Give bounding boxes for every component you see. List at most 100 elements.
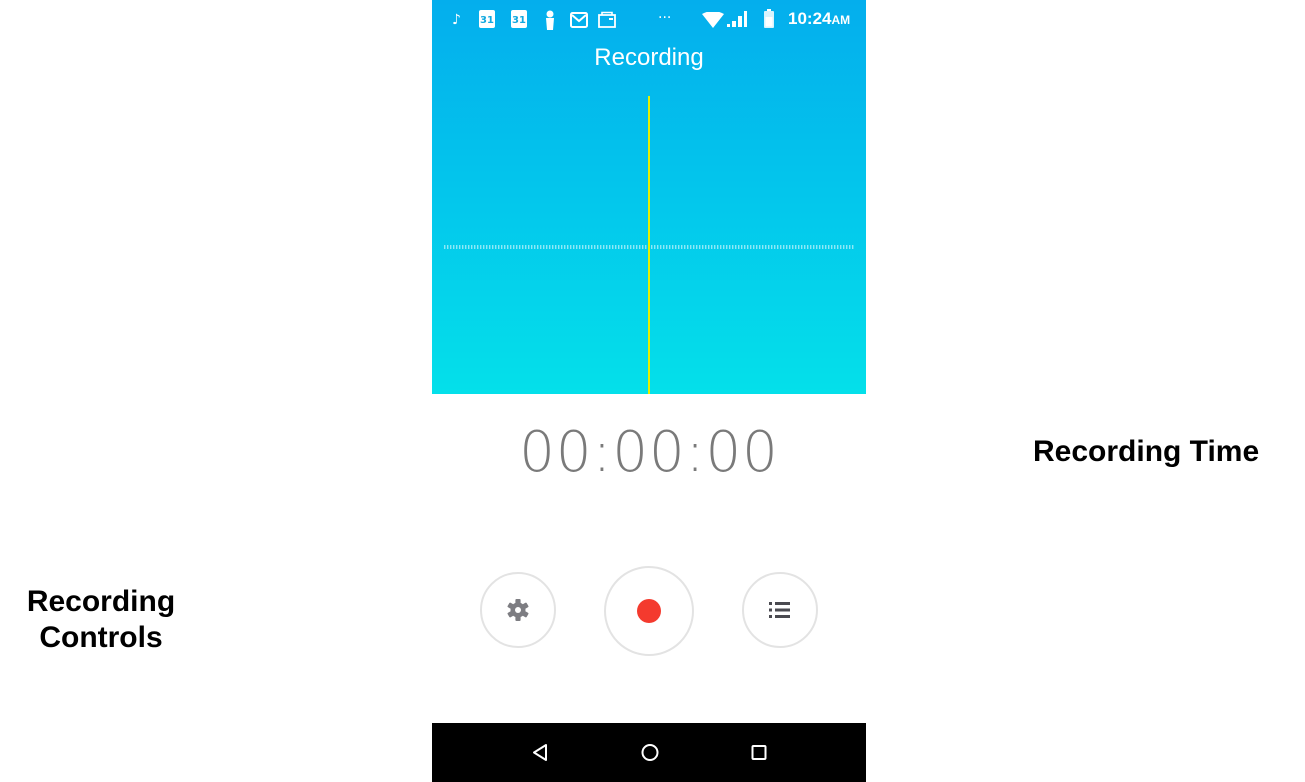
waveform-tick	[801, 245, 803, 249]
waveform-tick	[822, 245, 824, 249]
waveform-tick	[606, 245, 608, 249]
waveform-tick	[702, 245, 704, 249]
back-triangle-icon	[533, 744, 547, 761]
waveform-tick	[462, 245, 464, 249]
waveform-tick	[777, 245, 779, 249]
folder-icon	[598, 11, 616, 28]
waveform-tick	[846, 245, 848, 249]
waveform-tick	[774, 245, 776, 249]
waveform-tick	[828, 245, 830, 249]
waveform-tick	[654, 245, 656, 249]
waveform-tick	[525, 245, 527, 249]
waveform-tick	[630, 245, 632, 249]
waveform-tick	[591, 245, 593, 249]
back-button[interactable]	[510, 723, 570, 782]
waveform-tick	[558, 245, 560, 249]
waveform-tick	[477, 245, 479, 249]
waveform-tick	[852, 245, 854, 249]
waveform-tick	[759, 245, 761, 249]
waveform-tick	[645, 245, 647, 249]
waveform-tick	[534, 245, 536, 249]
waveform-tick	[549, 245, 551, 249]
waveform-tick	[678, 245, 680, 249]
waveform-tick	[510, 245, 512, 249]
waveform-tick	[714, 245, 716, 249]
waveform-tick	[690, 245, 692, 249]
waveform-tick	[483, 245, 485, 249]
waveform-tick	[795, 245, 797, 249]
clock-ampm: AM	[831, 13, 851, 27]
wifi-icon	[702, 12, 724, 28]
annotation-recording-time: Recording Time	[1033, 435, 1260, 468]
waveform-tick	[768, 245, 770, 249]
waveform-tick	[807, 245, 809, 249]
recording-timer: 00:00:00	[519, 420, 779, 485]
recents-button[interactable]	[729, 723, 789, 782]
waveform-tick	[561, 245, 563, 249]
waveform-tick	[693, 245, 695, 249]
home-circle-icon	[641, 744, 659, 761]
waveform-tick	[786, 245, 788, 249]
waveform-tick	[507, 245, 509, 249]
waveform-tick	[744, 245, 746, 249]
waveform-tick	[600, 245, 602, 249]
waveform-tick	[831, 245, 833, 249]
recordings-list-button[interactable]	[742, 572, 818, 648]
waveform-tick	[453, 245, 455, 249]
waveform-tick	[708, 245, 710, 249]
waveform-tick	[726, 245, 728, 249]
waveform-tick	[447, 245, 449, 249]
waveform-tick	[756, 245, 758, 249]
gmail-icon	[570, 12, 588, 28]
waveform-tick	[480, 245, 482, 249]
waveform-tick	[819, 245, 821, 249]
waveform-tick	[567, 245, 569, 249]
battery-icon	[764, 9, 774, 28]
waveform-tick	[552, 245, 554, 249]
signal-icon	[727, 11, 747, 27]
waveform-tick	[771, 245, 773, 249]
waveform-tick	[798, 245, 800, 249]
waveform-header: ♪ 31 31 ··· 10:24AM Recording	[432, 0, 866, 394]
waveform-tick	[705, 245, 707, 249]
waveform-tick	[750, 245, 752, 249]
waveform-tick	[579, 245, 581, 249]
waveform-tick	[783, 245, 785, 249]
waveform-tick	[456, 245, 458, 249]
more-dots-icon: ···	[658, 10, 672, 26]
waveform-tick	[489, 245, 491, 249]
waveform-tick	[669, 245, 671, 249]
waveform-tick	[516, 245, 518, 249]
waveform-tick	[450, 245, 452, 249]
waveform-tick	[675, 245, 677, 249]
waveform-tick	[513, 245, 515, 249]
list-icon	[769, 602, 790, 618]
waveform-tick	[618, 245, 620, 249]
waveform-tick	[444, 245, 446, 249]
waveform-tick	[570, 245, 572, 249]
waveform-tick	[597, 245, 599, 249]
record-button[interactable]	[604, 566, 694, 656]
home-button[interactable]	[620, 723, 680, 782]
waveform-tick	[657, 245, 659, 249]
waveform-tick	[636, 245, 638, 249]
waveform-tick	[834, 245, 836, 249]
waveform-tick	[747, 245, 749, 249]
waveform-tick	[498, 245, 500, 249]
waveform-tick	[735, 245, 737, 249]
waveform-tick	[813, 245, 815, 249]
waveform-tick	[612, 245, 614, 249]
clock-time: 10:24	[788, 9, 832, 28]
waveform-tick	[837, 245, 839, 249]
person-icon	[546, 10, 554, 30]
page-title: Recording	[594, 44, 704, 71]
waveform-tick	[543, 245, 545, 249]
waveform-tick	[624, 245, 626, 249]
waveform-tick	[486, 245, 488, 249]
waveform-tick	[633, 245, 635, 249]
waveform-tick	[546, 245, 548, 249]
waveform-tick	[594, 245, 596, 249]
waveform-tick	[537, 245, 539, 249]
waveform-tick	[699, 245, 701, 249]
settings-button[interactable]	[480, 572, 556, 648]
